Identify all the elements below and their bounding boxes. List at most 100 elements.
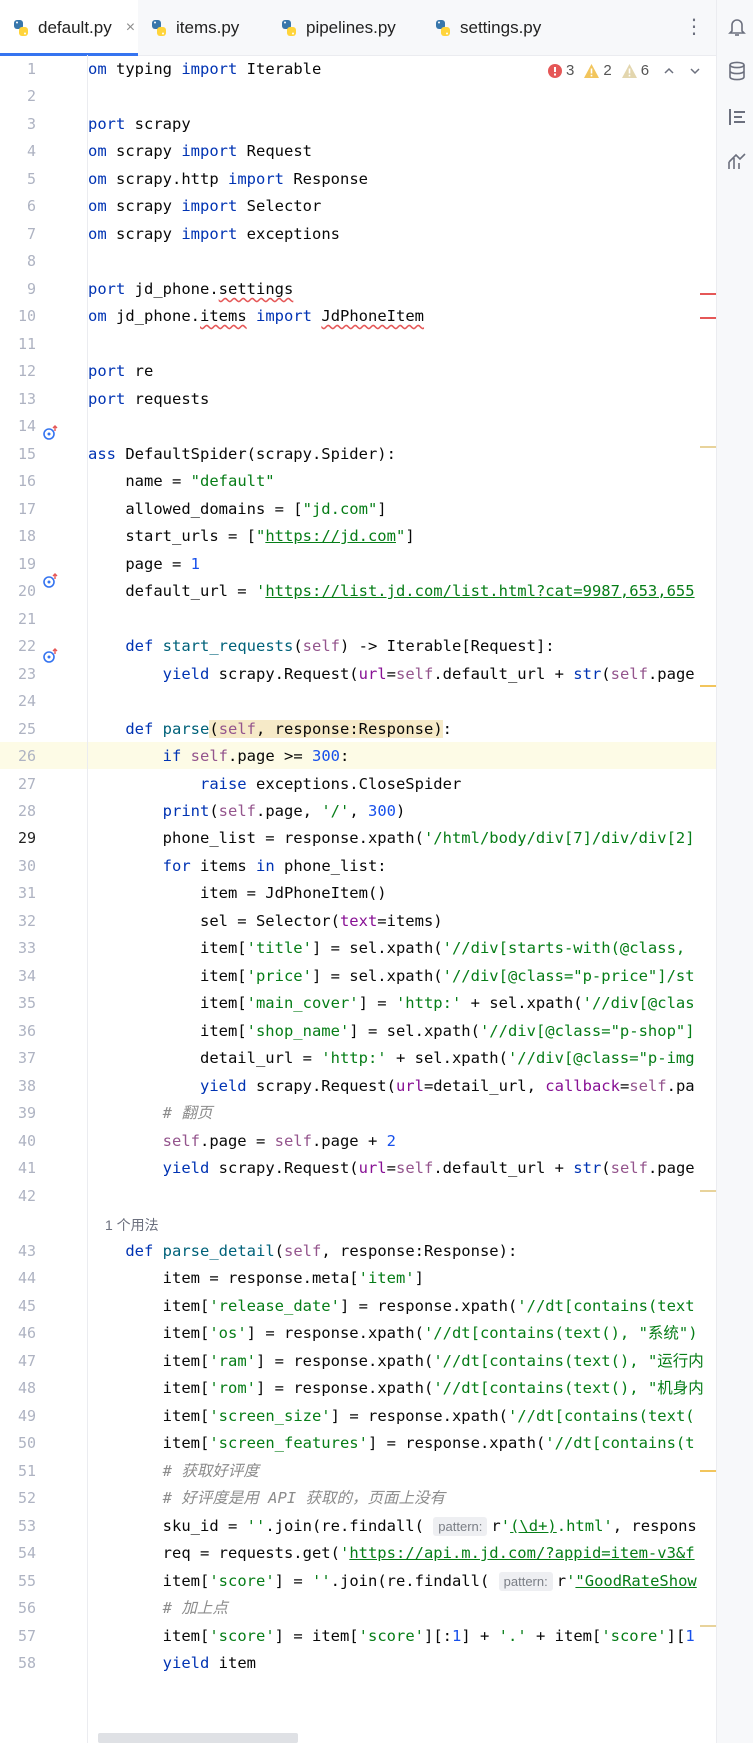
- line-number: 55: [17, 1572, 36, 1590]
- line-number: 9: [26, 280, 36, 298]
- warning-icon: [584, 63, 600, 78]
- line-number: 43: [17, 1242, 36, 1260]
- line-number: 48: [17, 1379, 36, 1397]
- code-line-25: def parse(self, response:Response):: [125, 720, 452, 738]
- line-number: 53: [17, 1517, 36, 1535]
- line-number: 26: [17, 747, 36, 765]
- code-line-23: yield scrapy.Request(url=self.default_ur…: [162, 665, 695, 683]
- line-number: 14: [17, 417, 36, 435]
- notifications-icon[interactable]: [726, 16, 748, 38]
- warning-marker[interactable]: [700, 685, 716, 687]
- editor-tab-bar: default.py × items.py pipelines.py setti…: [0, 0, 716, 56]
- code-line-31: item = JdPhoneItem(): [88, 884, 387, 902]
- line-number: 10: [17, 307, 36, 325]
- code-line-4: om scrapy import Request: [88, 142, 312, 160]
- tab-items-py[interactable]: items.py: [150, 0, 239, 55]
- warning-marker[interactable]: [700, 1470, 716, 1472]
- next-problem-icon[interactable]: [689, 65, 701, 77]
- more-tabs-kebab-icon[interactable]: ⋮: [684, 14, 704, 38]
- code-line-56: # 加上点: [162, 1599, 228, 1617]
- line-number: 6: [26, 197, 36, 215]
- inspection-widget[interactable]: 3 2 6: [548, 62, 702, 79]
- override-method-icon[interactable]: [42, 425, 58, 441]
- usage-hint[interactable]: 1 个用法: [105, 1215, 159, 1235]
- line-number: 7: [26, 225, 36, 243]
- line-number: 33: [17, 939, 36, 957]
- code-line-7: om scrapy import exceptions: [88, 225, 340, 243]
- tab-default-py[interactable]: default.py ×: [0, 0, 138, 56]
- code-line-40: self.page = self.page + 2: [162, 1132, 396, 1150]
- line-number: 42: [17, 1187, 36, 1205]
- tab-settings-py[interactable]: settings.py: [434, 0, 541, 55]
- code-line-41: yield scrapy.Request(url=self.default_ur…: [162, 1159, 695, 1177]
- line-number: 16: [17, 472, 36, 490]
- code-line-18: start_urls = ["https://jd.com"]: [88, 527, 415, 545]
- line-number: 44: [17, 1269, 36, 1287]
- python-file-icon: [282, 19, 296, 36]
- line-number: 45: [17, 1297, 36, 1315]
- line-number: 24: [17, 692, 36, 710]
- database-icon[interactable]: [726, 60, 748, 82]
- code-line-55: item['score'] = ''.join(re.findall( patt…: [88, 1572, 697, 1591]
- override-method-icon[interactable]: [42, 573, 58, 589]
- line-number: 58: [17, 1654, 36, 1672]
- parameter-hint: pattern:: [498, 1572, 553, 1591]
- line-number: 46: [17, 1324, 36, 1342]
- line-number: 50: [17, 1434, 36, 1452]
- line-number: 25: [17, 720, 36, 738]
- tab-label: pipelines.py: [306, 17, 396, 37]
- python-file-icon: [436, 19, 450, 36]
- previous-problem-icon[interactable]: [663, 65, 675, 77]
- line-number: 57: [17, 1627, 36, 1645]
- error-marker[interactable]: [700, 293, 716, 295]
- error-icon: [548, 63, 562, 78]
- line-number: 22: [17, 637, 36, 655]
- code-line-16: name = "default": [88, 472, 275, 490]
- structure-icon[interactable]: [726, 106, 748, 128]
- warning-marker[interactable]: [700, 1190, 716, 1192]
- line-number: 56: [17, 1599, 36, 1617]
- horizontal-scrollbar[interactable]: [98, 1733, 298, 1743]
- code-line-51: # 获取好评度: [162, 1462, 259, 1480]
- line-number: 12: [17, 362, 36, 380]
- line-number: 17: [17, 500, 36, 518]
- code-line-53: sku_id = ''.join(re.findall( pattern: r'(…: [88, 1517, 697, 1536]
- error-count: 3: [566, 62, 575, 79]
- close-tab-icon[interactable]: ×: [126, 19, 135, 37]
- tab-label: default.py: [38, 17, 112, 37]
- line-number: 28: [17, 802, 36, 820]
- code-line-43: def parse_detail(self, response:Response…: [125, 1242, 518, 1260]
- analysis-icon[interactable]: [726, 150, 748, 172]
- code-editor[interactable]: om typing import Iterable port scrapy om…: [88, 55, 716, 1743]
- line-number: 18: [17, 527, 36, 545]
- warning-marker[interactable]: [700, 446, 716, 448]
- line-number-gutter: 1 2 3 4 5 6 7 8 9 10 11 12 13 14 15 16 17 18 19 20 21 22 23 24 2…: [0, 55, 88, 1743]
- code-line-45: item['release_date'] = response.xpath('/…: [88, 1297, 695, 1315]
- code-line-26: if self.page >= 300:: [162, 747, 350, 765]
- error-marker[interactable]: [700, 317, 716, 319]
- tab-label: settings.py: [460, 17, 542, 37]
- warning-marker[interactable]: [700, 1625, 716, 1627]
- code-line-27: raise exceptions.CloseSpider: [199, 775, 462, 793]
- line-number: 47: [17, 1352, 36, 1370]
- line-number: 31: [17, 884, 36, 902]
- code-line-17: allowed_domains = ["jd.com"]: [88, 500, 387, 518]
- override-method-icon[interactable]: [42, 648, 58, 664]
- code-line-36: item['shop_name'] = sel.xpath('//div[@cl…: [88, 1022, 695, 1040]
- line-number: 40: [17, 1132, 36, 1150]
- line-number: 30: [17, 857, 36, 875]
- code-line-34: item['price'] = sel.xpath('//div[@class=…: [88, 967, 695, 985]
- line-number: 41: [17, 1159, 36, 1177]
- line-number: 35: [17, 994, 36, 1012]
- line-number: 52: [17, 1489, 36, 1507]
- line-number: 34: [17, 967, 36, 985]
- code-line-47: item['ram'] = response.xpath('//dt[conta…: [88, 1352, 704, 1370]
- code-line-35: item['main_cover'] = 'http:' + sel.xpath…: [88, 994, 695, 1012]
- code-line-46: item['os'] = response.xpath('//dt[contai…: [88, 1324, 698, 1342]
- code-line-9: port jd_phone.settings: [88, 280, 294, 298]
- tab-pipelines-py[interactable]: pipelines.py: [280, 0, 396, 55]
- line-number: 20: [17, 582, 36, 600]
- code-line-13: port requests: [88, 390, 210, 408]
- line-number: 36: [17, 1022, 36, 1040]
- code-line-57: item['score'] = item['score'][:1] + '.' …: [88, 1627, 695, 1645]
